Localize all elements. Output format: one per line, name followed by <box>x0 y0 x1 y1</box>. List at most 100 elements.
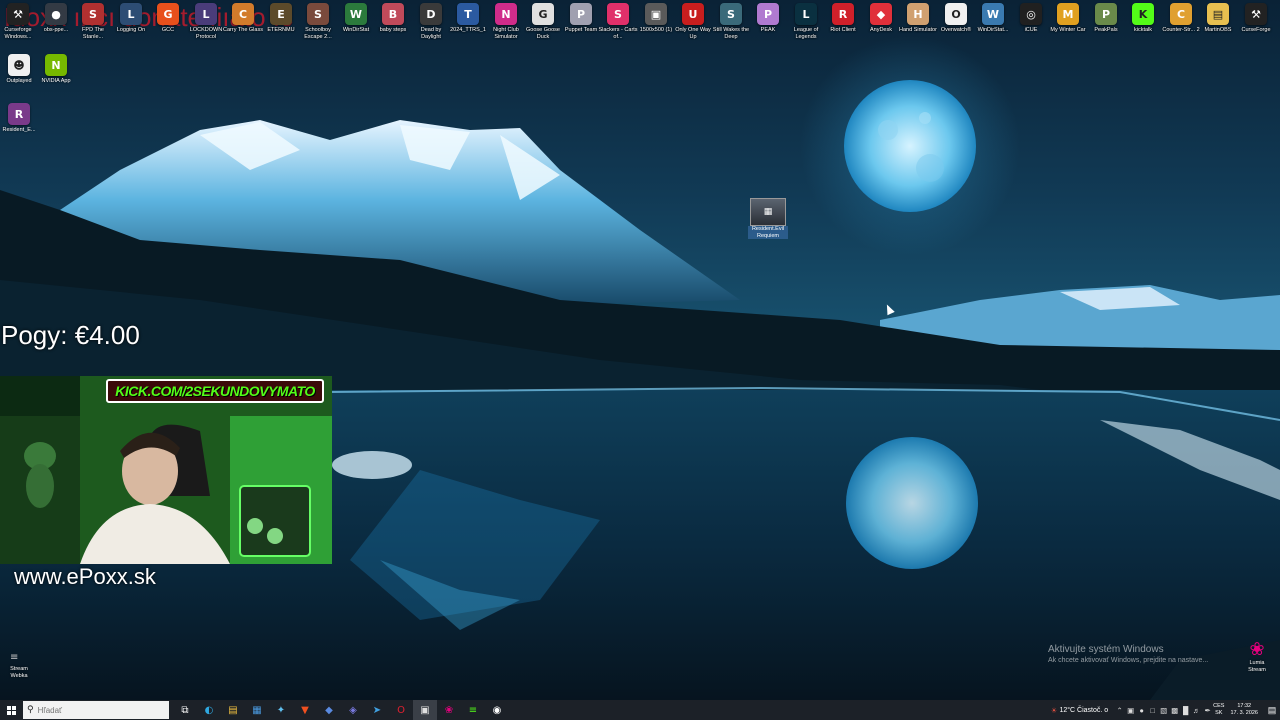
desktop-icon-lumia-stream[interactable]: ❀ Lumia Stream <box>1242 640 1272 673</box>
winrar-icon: R <box>8 103 30 125</box>
desktop-icon[interactable]: N Night Club Simulator <box>487 3 525 51</box>
taskbar-lumia-button[interactable]: ❀ <box>437 700 461 720</box>
desktop-icon-label: WinDirStat... <box>977 27 1009 33</box>
desktop-icon[interactable]: D Dead by Daylight <box>412 3 450 51</box>
desktop-icon-label: Resident_E... <box>2 127 36 133</box>
desktop-icon[interactable]: S Schoolboy Escape 2... <box>299 3 337 51</box>
desktop-icon-label: iCUE <box>1024 27 1038 33</box>
desktop-file-resident-evil[interactable]: ▦ Resident.Evil Requiem <box>748 198 788 239</box>
taskbar-app-button[interactable]: ✦ <box>269 700 293 720</box>
desktop-icon[interactable]: L LOCKDOWN Protocol <box>187 3 225 51</box>
taskbar-brave-button[interactable]: ▼ <box>293 700 317 720</box>
desktop-icon[interactable]: C Counter-Str... 2 <box>1162 3 1200 51</box>
taskbar-task-view-button[interactable]: ⧉ <box>173 700 197 720</box>
chevron-up-icon[interactable]: ⌃ <box>1114 706 1125 715</box>
desktop-icon[interactable]: L Logging On <box>112 3 150 51</box>
desktop-icon[interactable]: W WinDirStat... <box>974 3 1012 51</box>
desktop-icon[interactable]: ◎ iCUE <box>1012 3 1050 51</box>
microphone-icon[interactable]: ● <box>1136 706 1147 715</box>
taskbar-app-button[interactable]: ◈ <box>341 700 365 720</box>
taskbar-explorer-button[interactable]: ▤ <box>221 700 245 720</box>
desktop-icon[interactable]: G GCC <box>149 3 187 51</box>
start-button[interactable] <box>0 700 22 720</box>
weather-text: 12°C Čiastoč. o <box>1059 706 1109 714</box>
network-icon[interactable]: █ <box>1180 706 1191 715</box>
desktop-icon[interactable]: M My Winter Car <box>1049 3 1087 51</box>
tray-app-icon[interactable]: ▣ <box>1125 706 1136 715</box>
desktop-icon[interactable]: W WinDirStat <box>337 3 375 51</box>
desktop-icon[interactable]: S FPD The Stanle... <box>74 3 112 51</box>
taskbar-opera-button[interactable]: O <box>389 700 413 720</box>
taskbar-store-button[interactable]: ▦ <box>245 700 269 720</box>
website-overlay: www.ePoxx.sk <box>14 564 156 589</box>
desktop-icon[interactable]: C Carry The Glass <box>223 3 263 51</box>
desktop-icon[interactable]: P PEAK <box>749 3 787 51</box>
weather-widget[interactable]: ☀ 12°C Čiastoč. o <box>1048 706 1109 715</box>
app-icon: ✦ <box>276 704 286 716</box>
desktop-icon[interactable]: E ETERNMU <box>262 3 300 51</box>
pen-icon[interactable]: ✒ <box>1202 706 1213 715</box>
kick-icon: K <box>1132 3 1154 25</box>
desktop-icon[interactable]: G Goose Goose Duck <box>524 3 562 51</box>
desktop-icon[interactable]: H Hand Simulator <box>899 3 937 51</box>
clock[interactable]: 17:32 17. 3. 2026 <box>1230 703 1258 717</box>
desktop-icon[interactable]: P PeakPals <box>1087 3 1125 51</box>
edge-icon: ◐ <box>204 704 214 716</box>
desktop-file-label: Resident.Evil Requiem <box>748 226 788 239</box>
volume-icon[interactable]: ♬ <box>1191 706 1202 715</box>
lumia-icon: ❀ <box>444 704 454 716</box>
desktop-icon[interactable]: L League of Legends <box>787 3 825 51</box>
taskbar-app-button[interactable]: ▣ <box>413 700 437 720</box>
anydesk-icon: ◆ <box>870 3 892 25</box>
telegram-icon: ➤ <box>372 704 382 716</box>
desktop-icon[interactable]: N NVIDIA App <box>37 54 75 85</box>
desktop-icon[interactable]: ▣ 1500x500 (1) <box>637 3 675 51</box>
tray-app-icon[interactable]: ▩ <box>1169 706 1180 715</box>
desktop-icon[interactable]: ◆ AnyDesk <box>862 3 900 51</box>
taskbar: ⚲ ⧉ ◐ ▤ ▦ ✦ ▼ ◆ ◈ ➤ O ▣ ❀ ≡ ◉ ☀ 12°C Čiastoč. o ⌃ ▣ ●… <box>0 700 1280 720</box>
desktop-icon[interactable]: ⚒ Curseforge Windows... <box>0 3 37 51</box>
taskbar-telegram-button[interactable]: ➤ <box>365 700 389 720</box>
desktop-icon[interactable]: U Only One Way Up <box>674 3 712 51</box>
desktop-icons-row: ⚒ Curseforge Windows... ● obs-ppe... S FPD Th… <box>0 3 1280 51</box>
desktop-icon[interactable]: ⚒ CurseForge <box>1237 3 1275 51</box>
desktop-icon[interactable]: S Slackers - Carts of... <box>598 3 638 51</box>
opera-icon: O <box>397 704 405 716</box>
taskbar-search[interactable]: ⚲ <box>23 701 169 719</box>
desktop-icon[interactable]: ▤ MartinOBS <box>1199 3 1237 51</box>
tray-app-icon[interactable]: □ <box>1147 706 1158 715</box>
taskbar-app-button[interactable]: ≡ <box>461 700 485 720</box>
game-icon: P <box>570 3 592 25</box>
taskbar-obs-button[interactable]: ◉ <box>485 700 509 720</box>
clock-time: 17:32 <box>1237 703 1252 709</box>
desktop-icon[interactable]: S Still Wakes the Deep <box>712 3 750 51</box>
desktop-icon[interactable]: T 2024_TTRS_1 <box>449 3 487 51</box>
desktop-icon-label: Still Wakes the Deep <box>712 27 750 40</box>
desktop-icon-label: Lumia Stream <box>1248 660 1266 673</box>
desktop-icon[interactable]: R Riot Client <box>824 3 862 51</box>
desktop-wallpaper <box>0 0 1280 720</box>
brave-icon: ▼ <box>301 704 309 716</box>
desktop-icon[interactable]: Bbaby steps <box>374 3 412 51</box>
language-top: CES <box>1213 703 1225 709</box>
taskbar-app-button[interactable]: ◆ <box>317 700 341 720</box>
desktop-icon[interactable]: O Overwatch® <box>937 3 975 51</box>
notification-icon[interactable]: ▤ <box>1264 700 1280 720</box>
desktop-icon-label: PeakPals <box>1094 27 1118 33</box>
desktop-icon-stream-webka[interactable]: ≡ Stream Webka <box>2 652 36 679</box>
desktop-icon-label: Counter-Str... 2 <box>1162 27 1200 33</box>
language-indicator[interactable]: CES SK <box>1213 703 1224 717</box>
desktop-icon[interactable]: Kkicktalk <box>1124 3 1162 51</box>
game-icon: M <box>1057 3 1079 25</box>
tray-app-icon[interactable]: ▧ <box>1158 706 1169 715</box>
taskbar-edge-button[interactable]: ◐ <box>197 700 221 720</box>
outplayed-icon: ☻ <box>8 54 30 76</box>
desktop-icon[interactable]: ☻ Outplayed <box>0 54 38 85</box>
search-input[interactable] <box>37 705 158 715</box>
taskbar-pinned-apps: ⧉ ◐ ▤ ▦ ✦ ▼ ◆ ◈ ➤ O ▣ ❀ ≡ ◉ <box>173 700 509 720</box>
obs-icon: ● <box>45 3 67 25</box>
icue-icon: ◎ <box>1020 3 1042 25</box>
desktop-icon[interactable]: ● obs-ppe... <box>37 3 75 51</box>
desktop-icon[interactable]: P Puppet Team <box>562 3 600 51</box>
desktop-icon[interactable]: R Resident_E... <box>0 103 38 134</box>
